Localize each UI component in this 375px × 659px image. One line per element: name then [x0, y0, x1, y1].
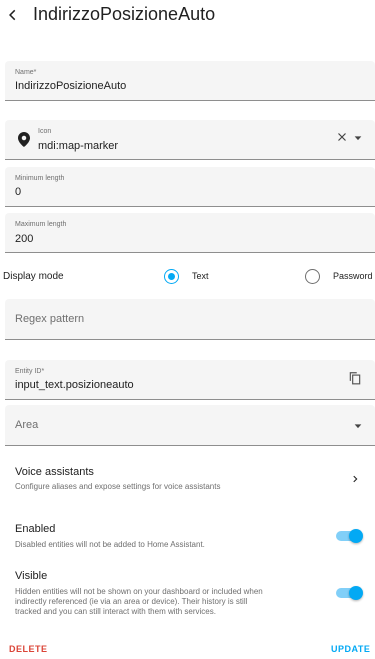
chevron-right-icon[interactable]	[350, 472, 360, 486]
back-button[interactable]	[6, 5, 22, 25]
voice-assistants-description: Configure aliases and expose settings fo…	[15, 482, 221, 491]
visible-description-line-1: Hidden entities will not be shown on you…	[15, 587, 263, 596]
area-placeholder: Area	[15, 419, 39, 431]
chevron-left-icon	[9, 9, 16, 21]
map-marker-icon	[18, 132, 30, 147]
dropdown-arrow-icon[interactable]	[353, 133, 363, 143]
dropdown-arrow-icon[interactable]	[353, 421, 363, 431]
display-mode-password-radio[interactable]	[305, 269, 320, 284]
maximum-length-value: 200	[15, 233, 34, 245]
display-mode-password-label[interactable]: Password	[333, 271, 373, 281]
regex-pattern-placeholder: Regex pattern	[15, 313, 85, 325]
update-button[interactable]: UPDATE	[331, 644, 370, 654]
name-field-value: IndirizzoPosizioneAuto	[15, 80, 127, 92]
maximum-length-field[interactable]: Maximum length 200	[5, 213, 375, 253]
name-field-label: Name*	[15, 69, 37, 76]
minimum-length-label: Minimum length	[15, 175, 65, 182]
name-field[interactable]: Name* IndirizzoPosizioneAuto	[5, 61, 375, 101]
enabled-toggle[interactable]	[336, 529, 363, 543]
delete-button[interactable]: DELETE	[9, 644, 48, 654]
voice-assistants-title[interactable]: Voice assistants	[15, 466, 94, 478]
enabled-description: Disabled entities will not be added to H…	[15, 540, 205, 549]
minimum-length-value: 0	[15, 186, 22, 198]
visible-toggle-knob	[349, 586, 363, 600]
entity-id-field[interactable]: Entity ID* input_text.posizioneauto	[5, 360, 375, 400]
display-mode-label: Display mode	[3, 271, 64, 282]
display-mode-text-radio[interactable]	[164, 269, 179, 284]
enabled-toggle-knob	[349, 529, 363, 543]
regex-pattern-field[interactable]: Regex pattern	[5, 299, 375, 340]
visible-description-line-2: indirectly referenced (ie via an area or…	[15, 597, 248, 606]
visible-toggle[interactable]	[336, 586, 363, 600]
icon-field-value: mdi:map-marker	[38, 140, 119, 152]
icon-field-label: Icon	[38, 128, 52, 135]
minimum-length-field[interactable]: Minimum length 0	[5, 167, 375, 207]
icon-picker-field[interactable]: Icon mdi:map-marker	[5, 120, 375, 160]
display-mode-text-label[interactable]: Text	[192, 271, 209, 281]
visible-title: Visible	[15, 570, 48, 582]
maximum-length-label: Maximum length	[15, 221, 67, 228]
entity-id-label: Entity ID*	[15, 368, 45, 375]
entity-id-value: input_text.posizioneauto	[15, 379, 134, 391]
area-picker-field[interactable]: Area	[5, 405, 375, 446]
copy-icon[interactable]	[348, 371, 362, 385]
visible-description-line-3: tracked and you can still interact with …	[15, 607, 216, 616]
enabled-title: Enabled	[15, 523, 56, 535]
page-title: IndirizzoPosizioneAuto	[33, 4, 216, 24]
dialog-header: IndirizzoPosizioneAuto	[0, 0, 375, 30]
clear-icon[interactable]	[336, 131, 348, 143]
